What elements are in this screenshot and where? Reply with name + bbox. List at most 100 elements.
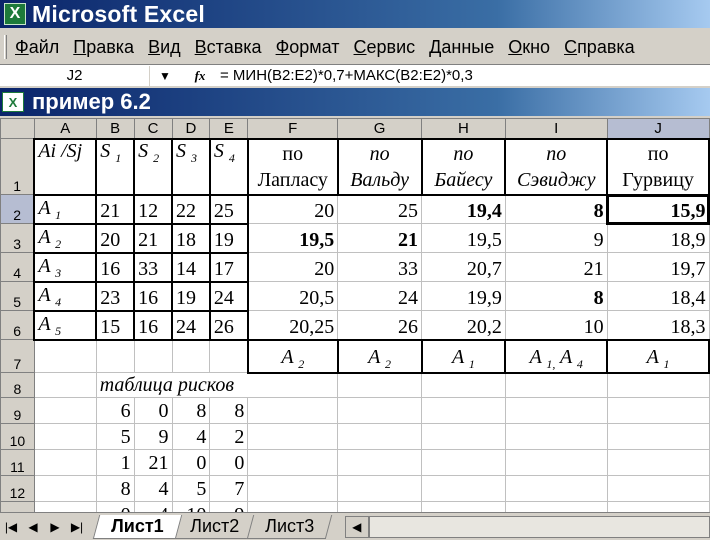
cell-e10[interactable]: 2 [209, 422, 249, 450]
row-header-11[interactable]: 11 [0, 448, 35, 476]
cell-g5[interactable]: 24 [337, 281, 423, 311]
cell-a1[interactable]: Ai /Sj [33, 137, 98, 196]
cell-b6[interactable]: 15 [95, 309, 136, 341]
cell-c12[interactable]: 4 [133, 474, 173, 502]
cell-c2[interactable]: 12 [133, 193, 174, 225]
toolbar-grip[interactable] [4, 35, 7, 59]
cell-c4[interactable]: 33 [133, 251, 174, 283]
col-header-f[interactable]: F [247, 118, 339, 139]
cell-f13[interactable] [247, 500, 339, 512]
cell-j10[interactable] [606, 422, 710, 450]
cell-d2[interactable]: 22 [171, 193, 211, 225]
row-header-12[interactable]: 12 [0, 474, 35, 502]
cell-g4[interactable]: 33 [337, 252, 423, 282]
cell-i3[interactable]: 9 [504, 223, 608, 253]
name-box[interactable]: J2 [0, 65, 150, 86]
cell-f3[interactable]: 19,5 [247, 223, 339, 253]
cell-b10[interactable]: 5 [95, 422, 135, 450]
cell-e12[interactable]: 7 [209, 474, 249, 502]
col-header-a[interactable]: A [33, 118, 97, 139]
cell-d11[interactable]: 0 [171, 448, 211, 476]
cell-h2[interactable]: 19,4 [421, 194, 506, 224]
cell-b11[interactable]: 1 [95, 448, 135, 476]
cell-b12[interactable]: 8 [95, 474, 135, 502]
cell-f6[interactable]: 20,25 [247, 310, 339, 340]
cell-h8[interactable] [421, 372, 506, 398]
cell-g13[interactable] [337, 500, 423, 512]
cell-f11[interactable] [247, 448, 339, 476]
cell-g12[interactable] [337, 474, 423, 502]
cell-d1[interactable]: S 3 [171, 137, 211, 196]
menu-data[interactable]: Данные [429, 37, 494, 58]
menu-window[interactable]: Окно [508, 37, 550, 58]
cell-h4[interactable]: 20,7 [421, 252, 506, 282]
cell-b3[interactable]: 20 [95, 222, 136, 254]
cell-g9[interactable] [337, 396, 423, 424]
cell-d3[interactable]: 18 [171, 222, 211, 254]
col-header-d[interactable]: D [171, 118, 211, 139]
cell-d10[interactable]: 4 [171, 422, 211, 450]
cell-f7[interactable]: A 2 [246, 338, 339, 374]
cell-e5[interactable]: 24 [208, 280, 249, 312]
cell-i2[interactable]: 8 [504, 194, 608, 224]
row-header-1[interactable]: 1 [0, 138, 35, 195]
cell-j5[interactable]: 18,4 [606, 281, 710, 311]
menu-format[interactable]: Формат [276, 37, 340, 58]
cell-j6[interactable]: 18,3 [606, 310, 710, 340]
cell-g11[interactable] [337, 448, 423, 476]
cell-g8[interactable] [337, 372, 423, 398]
cell-c7[interactable] [133, 339, 173, 373]
cell-a5[interactable]: A 4 [33, 280, 98, 312]
cell-j13[interactable] [606, 500, 710, 512]
cell-d4[interactable]: 14 [171, 251, 211, 283]
menu-view[interactable]: Вид [148, 37, 181, 58]
row-header-2[interactable]: 2 [0, 194, 35, 224]
last-sheet-icon[interactable]: ▶| [66, 516, 88, 538]
cell-i8[interactable] [504, 372, 608, 398]
cell-d7[interactable] [171, 339, 211, 373]
formula-input[interactable]: = МИН(B2:E2)*0,7+МАКС(B2:E2)*0,3 [220, 67, 473, 84]
row-header-7[interactable]: 7 [0, 339, 35, 373]
row-header-6[interactable]: 6 [0, 310, 35, 340]
cell-j9[interactable] [606, 396, 710, 424]
row-header-5[interactable]: 5 [0, 281, 35, 311]
cell-g3[interactable]: 21 [337, 223, 423, 253]
cell-b9[interactable]: 6 [95, 396, 135, 424]
cell-a11[interactable] [33, 448, 97, 476]
scroll-left-icon[interactable]: ◀ [344, 515, 369, 538]
cell-i5[interactable]: 8 [504, 281, 608, 311]
cell-i11[interactable] [504, 448, 608, 476]
cell-j11[interactable] [606, 448, 710, 476]
cell-f9[interactable] [247, 396, 339, 424]
cell-b1[interactable]: S 1 [95, 137, 136, 196]
col-header-c[interactable]: C [133, 118, 173, 139]
cell-a2[interactable]: A 1 [33, 193, 98, 225]
cell-c5[interactable]: 16 [133, 280, 174, 312]
col-header-b[interactable]: B [95, 118, 135, 139]
cell-i4[interactable]: 21 [504, 252, 608, 282]
prev-sheet-icon[interactable]: ◀ [22, 516, 44, 538]
cell-j7[interactable]: A 1 [606, 338, 710, 374]
sheet-tab-1[interactable]: Лист1 [92, 514, 182, 539]
cell-d9[interactable]: 8 [171, 396, 211, 424]
cell-e1[interactable]: S 4 [208, 137, 249, 196]
cell-f1[interactable]: по Лапласу [246, 137, 339, 196]
cell-c11[interactable]: 21 [133, 448, 173, 476]
cell-i12[interactable] [504, 474, 608, 502]
cell-a4[interactable]: A 3 [33, 251, 98, 283]
menu-tools[interactable]: Сервис [354, 37, 416, 58]
excel-app-icon[interactable]: X [4, 3, 26, 25]
cell-c3[interactable]: 21 [133, 222, 174, 254]
cell-i9[interactable] [504, 396, 608, 424]
cell-c9[interactable]: 0 [133, 396, 173, 424]
cell-j3[interactable]: 18,9 [606, 223, 710, 253]
row-header-8[interactable]: 8 [0, 372, 35, 398]
row-header-4[interactable]: 4 [0, 252, 35, 282]
cell-c6[interactable]: 16 [133, 309, 174, 341]
cell-f4[interactable]: 20 [247, 252, 339, 282]
cell-a13[interactable] [33, 500, 97, 512]
cell-c10[interactable]: 9 [133, 422, 173, 450]
cell-h13[interactable] [421, 500, 506, 512]
cell-e6[interactable]: 26 [208, 309, 249, 341]
cell-j8[interactable] [606, 372, 710, 398]
